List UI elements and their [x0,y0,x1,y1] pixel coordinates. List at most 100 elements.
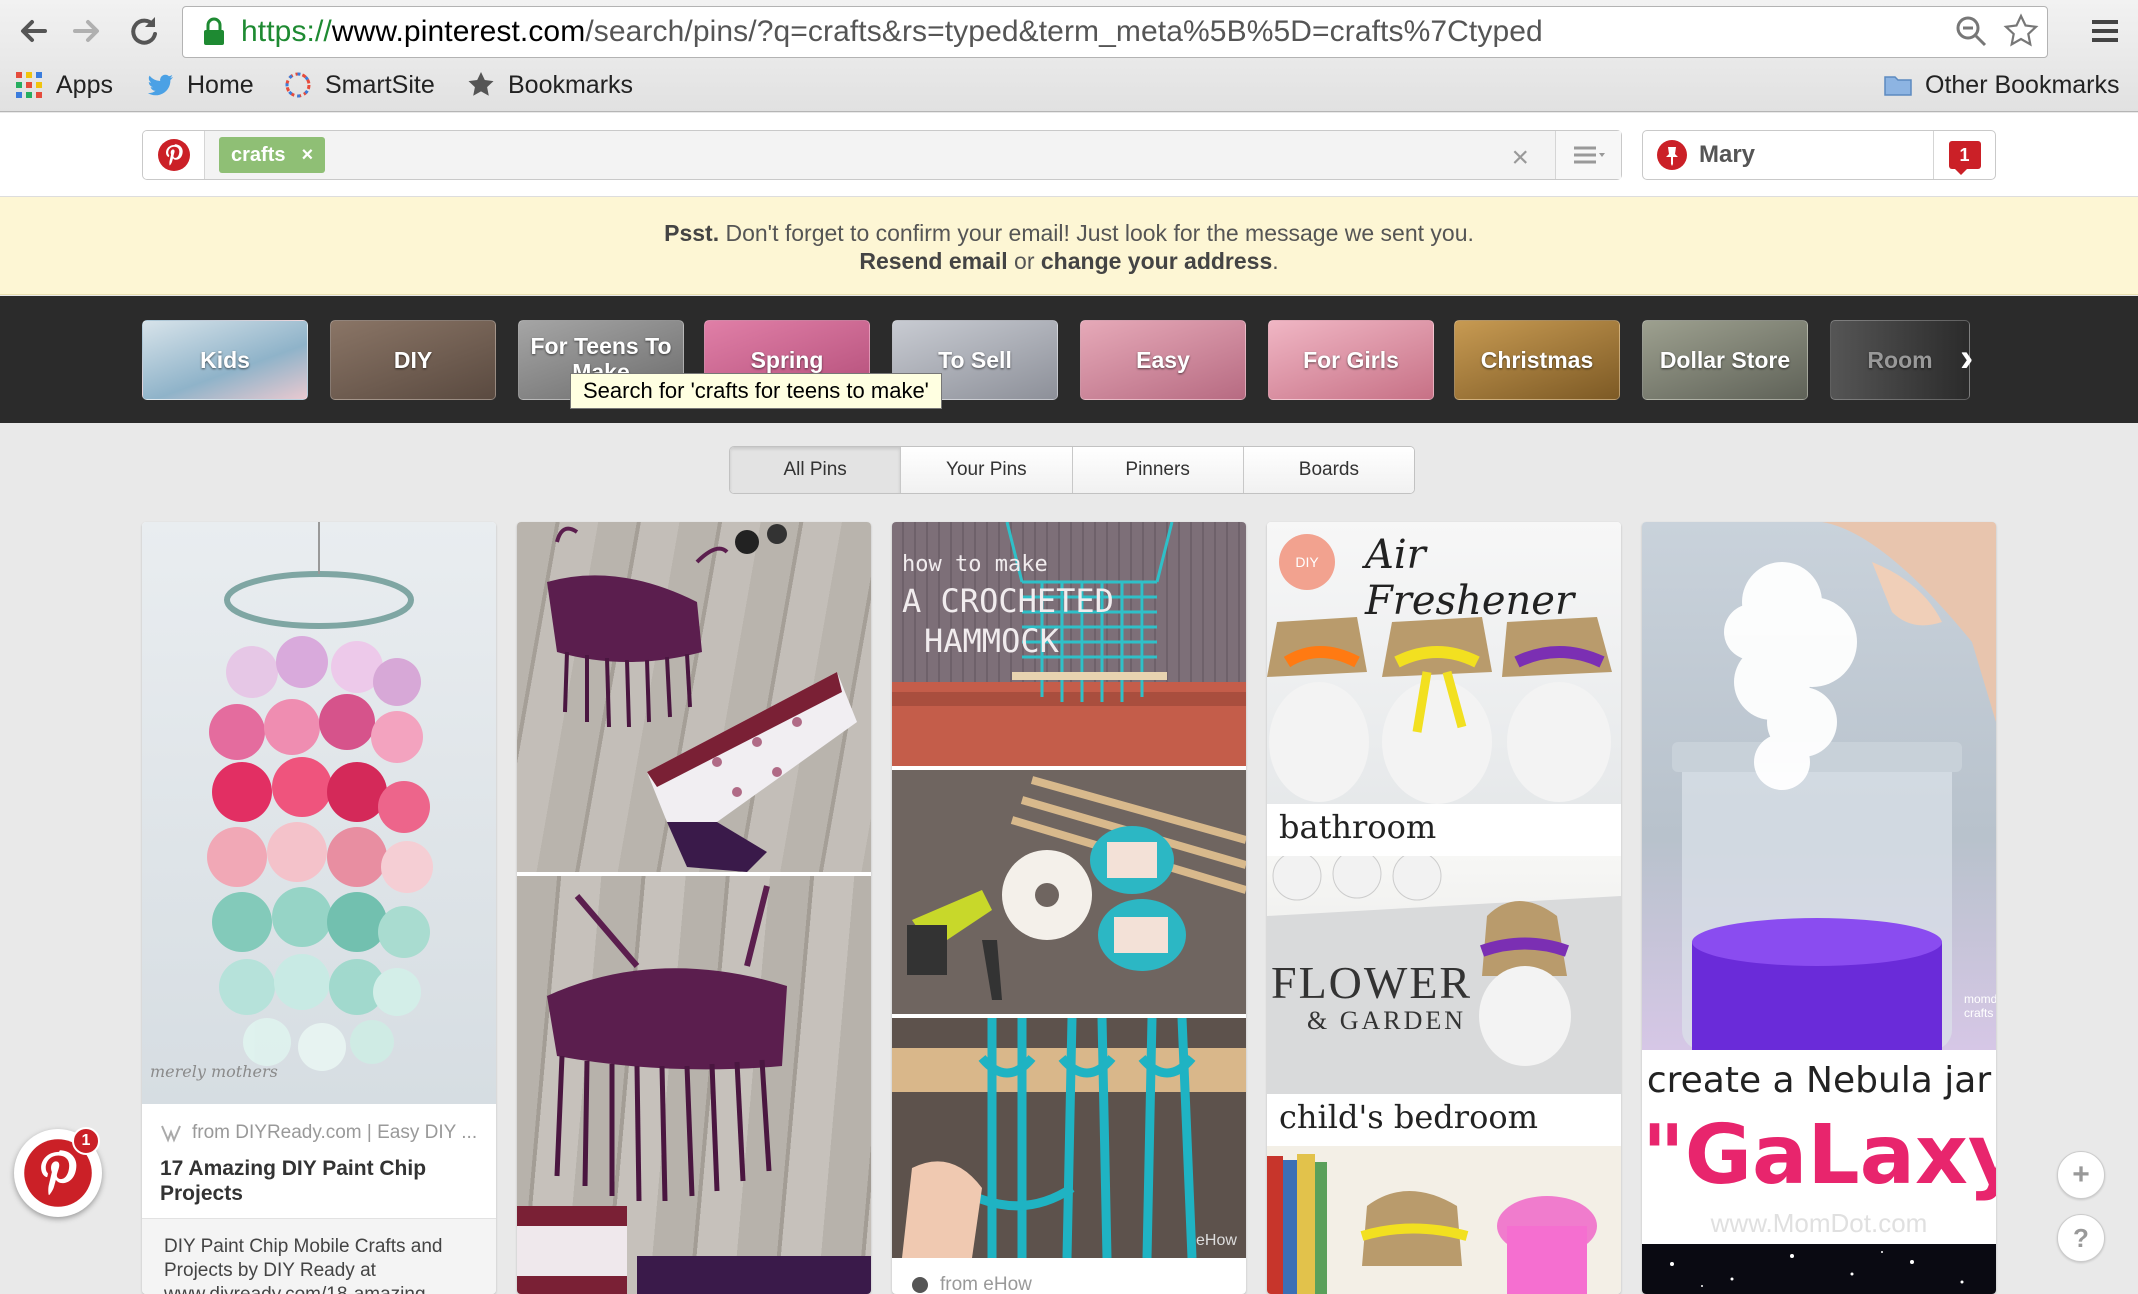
pin-image[interactable]: create a Nebula jar "GaLaxy" www.MomDot.… [1642,1050,1996,1294]
help-button[interactable]: ? [2057,1214,2105,1262]
chevron-right-icon[interactable]: › [1960,336,1973,381]
category-for-girls[interactable]: For Girls [1268,320,1434,400]
star-icon [468,72,494,96]
category-label: Kids [200,347,250,373]
pin-image[interactable]: momdot crafts [1642,522,1996,1050]
address-bar[interactable]: https://www.pinterest.com/search/pins/?q… [182,6,2048,58]
air-freshener-jars-image [1267,617,1621,852]
bookmark-label: Apps [56,70,113,99]
image-caption: create a Nebula jar [1646,1060,1992,1101]
list-menu-icon [1573,146,1605,164]
pin-card[interactable]: how to make A CROCHETED HAMMOCK eHow fro… [892,522,1246,1294]
change-address-link[interactable]: change your address [1041,248,1272,274]
user-name: Mary [1699,141,1756,168]
category-label: Easy [1136,347,1190,373]
confirm-email-banner: Psst. Don't forget to confirm your email… [0,197,2138,295]
image-watermark: merely mothers [150,1062,278,1081]
pin-image[interactable] [517,522,871,872]
category-tooltip: Search for 'crafts for teens to make' [570,373,942,409]
other-bookmarks[interactable]: Other Bookmarks [1883,64,2120,106]
starfield-image [1642,1244,1996,1294]
bookmark-apps[interactable]: Apps [14,64,113,106]
pin-card[interactable]: DIY Air Freshener bathroom FLOWER & GARD… [1267,522,1621,1294]
bookmarks-bar: Apps Home SmartSite Bookmarks Other Book… [0,64,2138,106]
pin-source[interactable]: from eHow [910,1274,1032,1294]
floating-badge: 1 [72,1127,100,1155]
back-button[interactable] [12,10,54,52]
bookmark-label: SmartSite [325,70,435,99]
forward-arrow-icon [73,20,99,42]
add-pin-button[interactable]: + [2057,1151,2105,1199]
category-label: Spring [750,347,824,373]
lock-icon [204,17,224,45]
url-path: /search/pins/?q=crafts&rs=typed&term_met… [585,15,1543,48]
category-room[interactable]: Room [1830,320,1970,400]
childs-bedroom-image [1267,1154,1597,1294]
notice-line: Don't forget to confirm your email! Just… [719,220,1474,246]
category-christmas[interactable]: Christmas [1454,320,1620,400]
category-easy[interactable]: Easy [1080,320,1246,400]
pushpin-icon [1657,140,1687,170]
pin-image[interactable]: FLOWER & GARDEN child's bedroom [1267,856,1621,1142]
url-host: www.pinterest.com [331,15,586,48]
pin-card[interactable]: momdot crafts create a Nebula jar "GaLax… [1642,522,1996,1294]
chip-remove-icon[interactable]: × [301,144,313,167]
paint-chip-mobile-image [207,522,433,1071]
search-filter-tabs: All Pins Your Pins Pinners Boards [729,446,1415,494]
pin-image[interactable]: DIY Air Freshener bathroom [1267,522,1621,852]
folder-icon [1884,76,1912,96]
pin-source-text: from eHow [940,1274,1032,1294]
url-scheme: https:// [241,15,332,48]
zoom-icon[interactable] [1953,13,1989,49]
category-dollar-store[interactable]: Dollar Store [1642,320,1808,400]
chrome-menu-icon[interactable] [2088,14,2122,48]
search-chip[interactable]: crafts × [219,137,326,173]
notice-or: or [1007,248,1041,274]
notifications-button[interactable]: 1 [1933,131,1995,179]
pin-card[interactable]: merely mothers from DIYReady.com | Easy … [142,522,496,1294]
bookmark-bookmarks[interactable]: Bookmarks [466,64,633,106]
image-watermark: momdot crafts [1964,992,1996,1020]
tab-all-pins[interactable]: All Pins [730,447,902,493]
reload-icon [131,17,157,45]
pin-image[interactable]: eHow [892,1018,1246,1258]
category-label: To Sell [938,347,1012,373]
pin-card[interactable] [517,522,871,1294]
pinterest-logo-icon [157,139,190,171]
bookmark-star-icon[interactable] [2003,13,2039,49]
notice-psst: Psst. [664,220,720,246]
pin-image[interactable] [1267,1146,1621,1294]
pin-image[interactable] [892,770,1246,1014]
search-options-button[interactable] [1555,131,1621,179]
pinterest-logo[interactable] [143,131,205,179]
category-label: For Girls [1303,347,1399,373]
image-site-text: www.MomDot.com [1710,1208,1928,1238]
tab-your-pins[interactable]: Your Pins [901,447,1073,493]
resend-email-link[interactable]: Resend email [859,248,1007,274]
user-menu[interactable]: Mary 1 [1642,130,1996,180]
pin-image[interactable] [517,876,871,1294]
category-diy[interactable]: DIY [330,320,496,400]
pin-image[interactable]: how to make A CROCHETED HAMMOCK [892,522,1246,766]
image-caption: bathroom [1279,808,1437,846]
apps-grid-icon [16,72,42,98]
category-label: Room [1867,347,1933,373]
search-box[interactable]: crafts × × [142,130,1622,180]
pinterest-floating-button[interactable]: 1 [14,1127,102,1217]
tab-pinners[interactable]: Pinners [1072,447,1244,493]
tab-boards[interactable]: Boards [1243,447,1414,493]
bookmark-smartsite[interactable]: SmartSite [283,64,435,106]
reload-button[interactable] [122,10,164,52]
clear-search-icon[interactable]: × [1511,141,1529,175]
image-caption: child's bedroom [1279,1098,1538,1136]
category-kids[interactable]: Kids [142,320,308,400]
bookmark-home[interactable]: Home [145,64,254,106]
hammock-supplies-image [907,776,1246,1000]
bookmark-label: Home [187,70,254,99]
category-label: DIY [393,347,433,373]
forward-button[interactable] [66,10,108,52]
pin-image[interactable]: merely mothers [142,522,496,1104]
pin-title[interactable]: 17 Amazing DIY Paint Chip Projects [160,1156,478,1206]
notification-count: 1 [1948,141,1981,175]
pin-source[interactable]: from DIYReady.com | Easy DIY ... [160,1122,477,1144]
